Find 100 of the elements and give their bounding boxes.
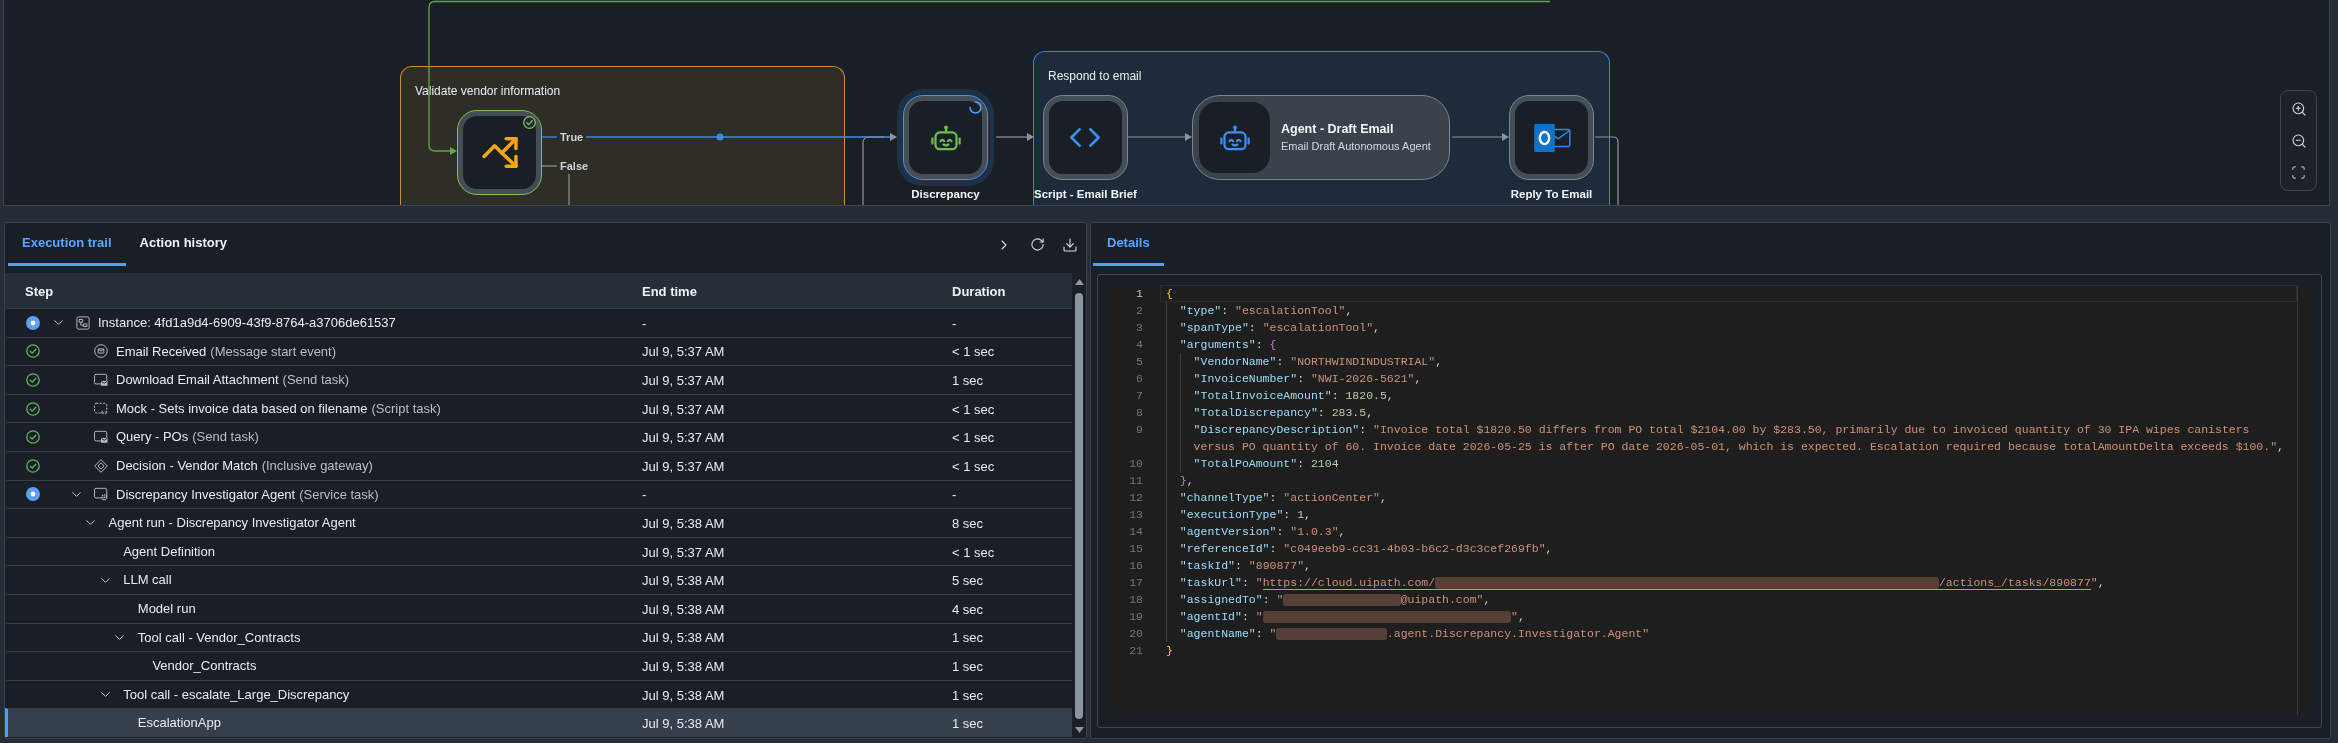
code-line: "DiscrepancyDescription": "Invoice total $1820.50 differs from PO total $2104.00 by $283.50, primarily due to invoiced quantity of 30 IPA wipes canisters versus PO quantity of 60. Invoice date 2026-05-25 is after PO date 2026-05-01, which is expected. Escalation required because totalAmountDelta exceeds $100.", bbox=[1193, 422, 2285, 455]
envelope-circle-icon bbox=[94, 344, 108, 359]
task-gear-icon bbox=[94, 487, 108, 502]
workflow-node[interactable] bbox=[457, 110, 542, 195]
trail-row[interactable]: Agent run - Discrepancy Investigator Agent Jul 9, 5:38 AM 8 sec bbox=[5, 508, 1072, 537]
code-line: } bbox=[1166, 643, 1173, 659]
code-line: "agentId": " ", bbox=[1179, 609, 1525, 625]
step-name: Tool call - Vendor_Contracts bbox=[137, 628, 301, 647]
duration-text: 8 sec bbox=[952, 515, 984, 531]
url-link[interactable]: https://cloud.uipath.com/ /actions_/tasks/890877 bbox=[1262, 576, 2091, 590]
trail-row[interactable]: Model run Jul 9, 5:38 AM 4 sec bbox=[5, 593, 1072, 623]
column-header: End time bbox=[642, 283, 697, 299]
duration-text: < 1 sec bbox=[952, 458, 995, 474]
step-name: Download Email Attachment bbox=[116, 371, 279, 390]
line-number: 1 bbox=[1136, 287, 1143, 300]
scrollbar-thumb[interactable] bbox=[1075, 293, 1083, 719]
trail-row[interactable]: LLM call Jul 9, 5:38 AM 5 sec bbox=[5, 565, 1072, 594]
trail-row[interactable]: Instance: 4fd1a9d4-6909-43f9-8764-a3706de61537 - - bbox=[5, 308, 1072, 337]
end-time-text: Jul 9, 5:37 AM bbox=[642, 373, 725, 388]
duration-text: < 1 sec bbox=[952, 344, 995, 360]
trail-row[interactable]: Query - POs (Send task) Jul 9, 5:37 AM < 1 sec bbox=[5, 422, 1072, 451]
scroll-down-icon[interactable] bbox=[1074, 727, 1084, 733]
tab[interactable]: Details bbox=[1093, 223, 1164, 266]
trail-row[interactable]: Discrepancy Investigator Agent (Service task) - - bbox=[5, 479, 1072, 509]
trail-row[interactable]: Vendor_Contracts Jul 9, 5:38 AM 1 sec bbox=[5, 651, 1072, 680]
line-number: 4 bbox=[1136, 338, 1143, 351]
code-icon bbox=[1070, 128, 1101, 147]
workflow-node[interactable] bbox=[897, 89, 994, 186]
step-name: Model run bbox=[137, 600, 196, 618]
connector-arrow bbox=[1451, 133, 1509, 141]
line-number: 2 bbox=[1136, 304, 1143, 317]
step-type: (Message start event) bbox=[210, 342, 337, 361]
step-name: Email Received bbox=[116, 342, 207, 361]
end-time-text: Jul 9, 5:37 AM bbox=[642, 344, 725, 360]
line-number: 13 bbox=[1129, 508, 1143, 521]
dot-icon[interactable] bbox=[716, 133, 724, 141]
end-time-text: Jul 9, 5:37 AM bbox=[642, 544, 725, 560]
end-time-text: Jul 9, 5:38 AM bbox=[642, 716, 725, 732]
node-title: Agent - Draft Email bbox=[1281, 122, 1395, 137]
agent-node-card[interactable]: Agent - Draft Email Email Draft Autonomous Agent bbox=[1192, 95, 1450, 180]
trail-row[interactable]: Tool call - Vendor_Contracts Jul 9, 5:38 AM 1 sec bbox=[5, 622, 1072, 652]
code-line: "TotalInvoiceAmount": 1820.5, bbox=[1193, 388, 1394, 404]
duration-text: 1 sec bbox=[952, 658, 984, 674]
step-name: Tool call - escalate_Large_Discrepancy bbox=[123, 685, 350, 704]
duration-text: 1 sec bbox=[952, 716, 984, 732]
code-line: "executionType": 1, bbox=[1179, 507, 1311, 523]
column-header: Step bbox=[25, 283, 54, 299]
node-label: Reply To Email bbox=[1510, 187, 1593, 202]
trail-row[interactable]: Mock - Sets invoice data based on filename (Script task) Jul 9, 5:37 AM < 1 sec bbox=[5, 393, 1072, 423]
end-time-text: Jul 9, 5:38 AM bbox=[642, 573, 725, 589]
end-time-text: - bbox=[642, 315, 647, 331]
end-time-text: Jul 9, 5:37 AM bbox=[642, 401, 725, 417]
end-time-text: - bbox=[642, 487, 647, 503]
duration-text: 1 sec bbox=[952, 687, 984, 703]
end-time-text: Jul 9, 5:38 AM bbox=[642, 601, 725, 617]
step-name: Instance: 4fd1a9d4-6909-43f9-8764-a3706de61537 bbox=[98, 314, 396, 333]
workflow-node[interactable] bbox=[1042, 95, 1128, 180]
code-line: "TotalDiscrepancy": 283.5, bbox=[1193, 405, 1374, 421]
duration-text: < 1 sec bbox=[952, 401, 995, 417]
trail-row[interactable]: Email Received (Message start event) Jul 9, 5:37 AM < 1 sec bbox=[5, 336, 1072, 366]
code-line: "spanType": "escalationTool", bbox=[1179, 320, 1380, 336]
trail-row[interactable]: Download Email Attachment (Send task) Jul 9, 5:37 AM 1 sec bbox=[5, 365, 1072, 394]
line-number: 11 bbox=[1129, 474, 1143, 487]
line-number: 15 bbox=[1129, 542, 1143, 555]
diagram-icon bbox=[76, 315, 90, 330]
step-name: Query - POs bbox=[116, 428, 189, 447]
line-number: 5 bbox=[1136, 355, 1143, 368]
line-number: 10 bbox=[1129, 457, 1143, 470]
refresh-icon bbox=[1029, 237, 1045, 252]
code-line: }, bbox=[1179, 473, 1194, 489]
step-name: Mock - Sets invoice data based on filename bbox=[116, 399, 368, 418]
task-code-icon bbox=[94, 401, 108, 416]
connector-arrow bbox=[995, 133, 1034, 141]
fit-view-icon bbox=[2291, 165, 2306, 180]
tab[interactable]: Action history bbox=[125, 223, 241, 266]
node-label: Script - Email Brief bbox=[1034, 187, 1137, 202]
step-name: LLM call bbox=[123, 571, 172, 590]
step-name: Agent Definition bbox=[123, 542, 215, 561]
step-type: (Send task) bbox=[192, 428, 259, 447]
workflow-node[interactable] bbox=[1509, 95, 1594, 180]
code-line: "TotalPoAmount": 2104 bbox=[1193, 456, 1339, 472]
connector-line bbox=[1594, 136, 1619, 205]
code-line: "assignedTo": " @uipath.com", bbox=[1179, 592, 1491, 608]
duration-text: 4 sec bbox=[952, 601, 984, 617]
step-type: (Script task) bbox=[371, 399, 441, 418]
duration-text: 1 sec bbox=[952, 373, 984, 388]
code-line: "taskUrl": "https://cloud.uipath.com/ /actions_/tasks/890877", bbox=[1179, 575, 2105, 591]
line-number: 18 bbox=[1129, 593, 1143, 606]
column-header: Duration bbox=[952, 283, 1006, 299]
line-number: 20 bbox=[1129, 627, 1143, 640]
scroll-up-icon[interactable] bbox=[1074, 279, 1084, 285]
diamond-icon bbox=[94, 458, 108, 473]
end-time-text: Jul 9, 5:38 AM bbox=[642, 687, 725, 703]
trail-row[interactable]: Agent Definition Jul 9, 5:37 AM < 1 sec bbox=[5, 536, 1072, 566]
group-title: Respond to email bbox=[1048, 69, 1142, 84]
trail-row[interactable]: EscalationApp Jul 9, 5:38 AM 1 sec bbox=[5, 708, 1072, 737]
tab[interactable]: Execution trail bbox=[8, 223, 126, 266]
trail-row[interactable]: Decision - Vendor Match (Inclusive gateway) Jul 9, 5:37 AM < 1 sec bbox=[5, 450, 1072, 480]
node-label: Discrepancy bbox=[911, 187, 980, 202]
step-type: (Send task) bbox=[282, 371, 350, 390]
